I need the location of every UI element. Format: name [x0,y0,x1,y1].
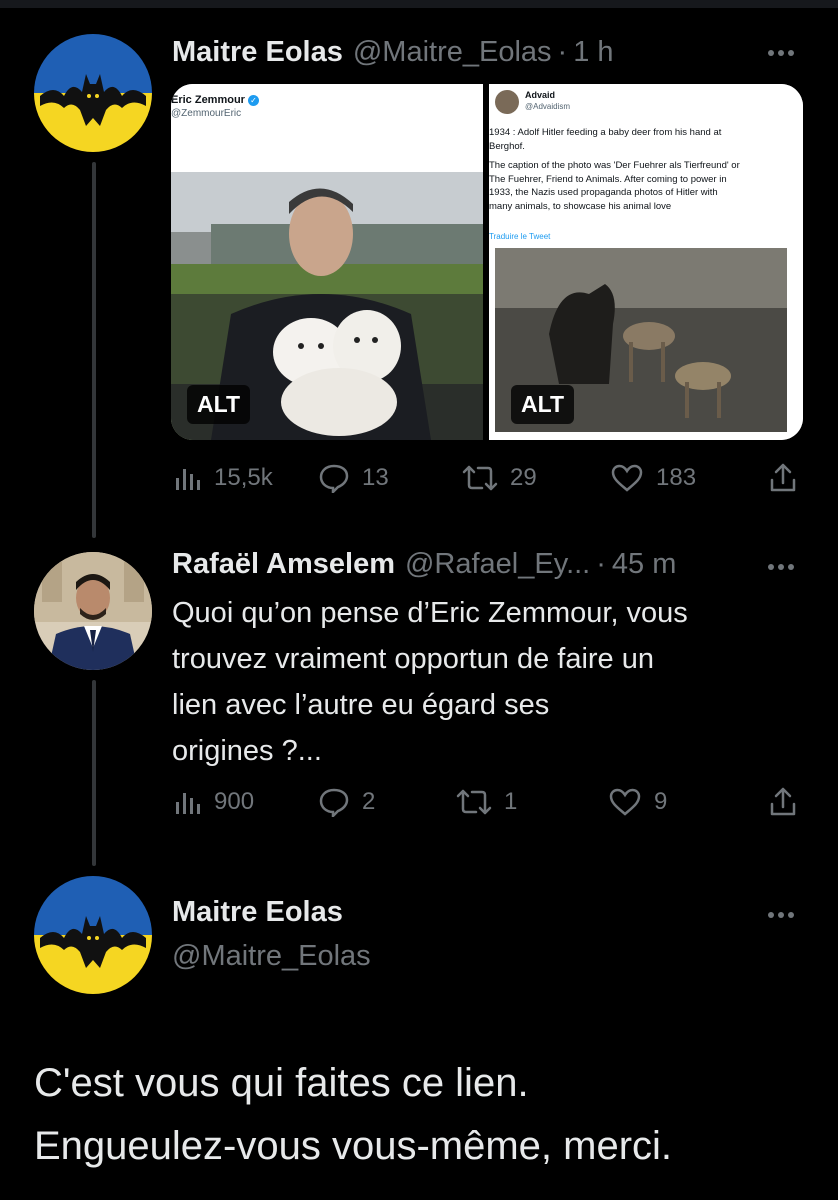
alt-badge[interactable]: ALT [187,385,251,424]
embedded-author-name: Advaid [525,90,556,100]
tweet-header: Rafaël Amselem @Rafael_Ey... · 45 m [172,548,676,581]
separator-dot: · [557,36,568,68]
embedded-text-line: many animals, to showcase his animal lov… [489,200,672,212]
author-handle[interactable]: @Rafael_Ey... [405,548,590,581]
tweet-text: Quoi qu’on pense d’Eric Zemmour, vous tr… [172,590,812,774]
more-icon[interactable] [768,912,794,918]
share-icon [770,787,796,816]
reply-count: 13 [362,464,389,491]
thread-line [92,680,96,866]
embedded-translate-link: Traduire le Tweet [489,232,551,241]
reply-count: 2 [362,788,376,815]
reply-button[interactable]: 13 [318,463,389,493]
views-stat[interactable]: 900 [172,787,254,817]
like-count: 9 [654,788,668,815]
share-button[interactable] [768,462,798,494]
more-icon[interactable] [768,50,794,56]
separator-dot: · [596,548,606,580]
tweet-time[interactable]: 1 h [573,36,613,69]
tweet-text-line: C'est vous qui faites ce lien. [34,1061,529,1105]
embedded-text-line: 1933, the Nazis used propaganda photos o… [489,187,718,198]
media-image-zemmour[interactable]: Eric Zemmour ✓ @ZemmourEric ALT [171,84,483,440]
tweet-text-line: Engueulez-vous vous-même, merci. [34,1124,673,1168]
tweet-text-line: origines ?... [172,735,322,767]
embedded-text-line: The Fuehrer, Friend to Animals. After co… [489,173,727,185]
author-name[interactable]: Maitre Eolas [172,896,343,929]
views-count: 15,5k [214,464,273,491]
like-count: 183 [656,464,697,491]
reply-button[interactable]: 2 [318,787,375,817]
reply-icon [319,464,349,493]
tweet-time[interactable]: 45 m [612,548,676,581]
embedded-text-line: The caption of the photo was 'Der Fuehre… [489,160,740,171]
views-count: 900 [214,788,255,815]
retweet-count: 1 [504,788,518,815]
like-button[interactable]: 183 [610,463,696,493]
share-icon [770,463,796,492]
avatar-rafael-amselem[interactable] [34,552,152,670]
retweet-button[interactable]: 1 [456,787,517,817]
like-icon [609,788,641,816]
retweet-count: 29 [510,464,537,491]
alt-badge[interactable]: ALT [511,385,575,424]
media-image-screenshot[interactable]: Advaid @Advaidism 1934 : Adolf Hitler fe… [489,84,803,440]
author-name[interactable]: Maitre Eolas [172,36,343,69]
verified-icon: ✓ [248,95,260,106]
media-grid: Eric Zemmour ✓ @ZemmourEric ALT Advaid @… [171,84,803,440]
tweet-text: C'est vous qui faites ce lien. Engueulez… [34,1052,824,1178]
thread-line [92,162,96,538]
embedded-author-name: Eric Zemmour [171,94,245,106]
author-name[interactable]: Rafaël Amselem [172,548,395,581]
embedded-author-handle: @Advaidism [525,102,571,111]
share-button[interactable] [768,786,798,818]
tweet-actions: 15,5k 13 29 183 [172,458,802,498]
author-handle[interactable]: @Maitre_Eolas [353,36,552,69]
embedded-text-line: Berghof. [489,140,525,152]
embedded-text-line: 1934 : Adolf Hitler feeding a baby deer … [489,127,722,138]
retweet-icon [456,789,492,815]
views-icon [176,793,200,814]
embedded-author-handle: @ZemmourEric [171,108,242,119]
more-icon[interactable] [768,564,794,570]
avatar-maitre-eolas[interactable] [34,876,152,994]
like-button[interactable]: 9 [608,787,667,817]
views-icon [176,469,200,490]
avatar-maitre-eolas[interactable] [34,34,152,152]
reply-icon [319,788,349,817]
tweet-actions: 900 2 1 9 [172,782,802,822]
retweet-button[interactable]: 29 [462,463,537,493]
tweet-header: Maitre Eolas @Maitre_Eolas · 1 h [172,36,614,69]
tweet-text-line: Quoi qu’on pense d’Eric Zemmour, vous [172,597,688,629]
author-handle[interactable]: @Maitre_Eolas [172,940,371,973]
retweet-icon [462,465,498,491]
views-stat[interactable]: 15,5k [172,463,273,493]
like-icon [611,464,643,492]
tweet-text-line: trouvez vraiment opportun de faire un [172,643,654,675]
tweet-text-line: lien avec l’autre eu égard ses [172,689,550,721]
top-divider [0,0,838,8]
